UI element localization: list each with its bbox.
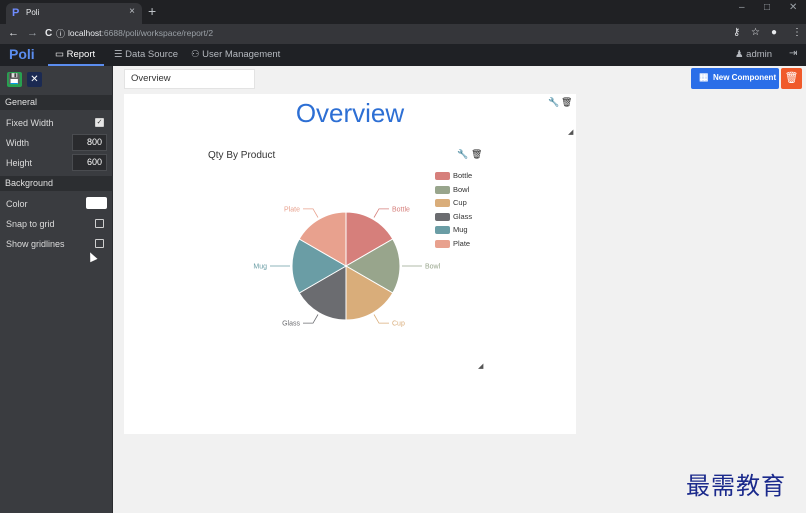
report-icon: ▭ (55, 49, 64, 60)
users-icon: ⚇ (191, 49, 200, 60)
calendar-plus-icon: ▦ (699, 72, 709, 83)
address-bar: ← → C ⓘ localhost:6688/poli/workspace/re… (0, 24, 806, 44)
pie-label-line (373, 314, 389, 324)
pie-label-line (303, 208, 319, 218)
pie-label: Glass (282, 321, 300, 328)
height-label: Height (6, 158, 33, 168)
show-gridlines-checkbox[interactable] (95, 239, 104, 248)
url-host: localhost (68, 28, 102, 38)
more-icon[interactable]: ⋮ (792, 27, 802, 38)
pie-label: Bottle (392, 206, 410, 213)
legend-swatch (435, 199, 450, 207)
section-general: General (0, 95, 113, 110)
tab-close-icon[interactable]: × (129, 6, 135, 17)
minimize-icon[interactable]: – (739, 2, 745, 13)
legend-swatch (435, 239, 450, 248)
logout-icon[interactable]: ⇥ (789, 48, 797, 59)
new-component-label: New Component (713, 73, 777, 82)
legend-label: Bowl (453, 184, 470, 194)
account-icon[interactable]: ● (771, 27, 777, 38)
color-label: Color (6, 199, 28, 209)
menu-report-label: Report (66, 49, 96, 60)
snap-to-grid-label: Snap to grid (6, 219, 55, 229)
pie-chart: Bottle Bowl Cup Glass Mug Plate (253, 206, 441, 328)
legend-swatch (435, 172, 450, 180)
url-field[interactable]: localhost:6688/poli/workspace/report/2 (68, 28, 213, 38)
pie-label: Bowl (425, 264, 441, 271)
fixed-width-checkbox[interactable]: ✓ (95, 118, 104, 127)
pie-label: Plate (284, 206, 300, 213)
data-source-icon: ☰ (114, 49, 123, 60)
back-icon[interactable]: ← (8, 27, 19, 39)
key-icon[interactable]: ⚷ (733, 27, 740, 38)
pie-label-line (303, 314, 319, 324)
admin-label: admin (746, 49, 773, 60)
menu-data-source[interactable]: ☰ Data Source (114, 49, 178, 60)
browser-tabbar: P Poli × + – □ ✕ (0, 0, 806, 24)
menu-user-management[interactable]: ⚇ User Management (191, 49, 280, 60)
legend-label: Glass (453, 211, 473, 221)
star-icon[interactable]: ☆ (751, 27, 760, 38)
mouse-cursor-icon (86, 250, 98, 263)
legend-swatch (435, 185, 450, 194)
width-label: Width (6, 138, 30, 148)
snap-to-grid-checkbox[interactable] (95, 219, 104, 228)
poli-logo[interactable]: Poli (9, 46, 35, 62)
watermark-text: 最需教育 (686, 472, 786, 500)
legend-swatch (435, 212, 450, 221)
report-canvas: Overview 🔧 🗑 ◢ Qty By Product 🔧 🗑 ◢ Bott… (124, 94, 576, 434)
save-button[interactable]: 💾 (7, 72, 22, 87)
browser-tab[interactable]: P Poli × (6, 3, 142, 24)
site-info-icon[interactable]: ⓘ (56, 27, 65, 40)
forward-icon[interactable]: → (27, 27, 38, 39)
window-close-icon[interactable]: ✕ (789, 2, 797, 13)
close-button[interactable]: ✕ (27, 72, 42, 87)
legend-label: Cup (453, 198, 467, 207)
show-gridlines-label: Show gridlines (6, 239, 65, 249)
maximize-icon[interactable]: □ (764, 2, 770, 13)
pie-label-line (373, 208, 389, 218)
report-name-input[interactable]: Overview (124, 69, 255, 89)
menu-report[interactable]: ▭ Report (55, 49, 95, 60)
user-icon: ♟ (735, 49, 744, 60)
url-path: :6688/poli/workspace/report/2 (101, 28, 214, 38)
tab-title: Poli (26, 8, 40, 17)
width-input[interactable]: 800 (72, 134, 107, 151)
section-background: Background (0, 176, 113, 191)
legend-label: Mug (453, 225, 468, 234)
pie-label: Cup (392, 321, 405, 328)
sidebar: 💾 ✕ General Fixed Width ✓ Width 800 Heig… (0, 66, 113, 513)
poli-favicon-icon: P (12, 7, 20, 19)
height-input[interactable]: 600 (72, 154, 107, 171)
admin-user[interactable]: ♟ admin (735, 49, 772, 60)
new-tab-icon[interactable]: + (148, 3, 156, 19)
background-color-picker[interactable] (86, 197, 107, 209)
fixed-width-label: Fixed Width (6, 118, 54, 128)
legend-label: Bottle (453, 171, 473, 180)
reload-icon[interactable]: C (45, 28, 52, 39)
legend-label: Plate (453, 238, 471, 248)
delete-report-button[interactable]: 🗑 (781, 68, 802, 89)
new-component-button[interactable]: ▦ New Component (691, 68, 779, 89)
app-header: Poli ▭ Report ☰ Data Source ⚇ User Manag… (0, 44, 806, 66)
legend-swatch (435, 226, 450, 234)
pie-label: Mug (253, 264, 267, 271)
menu-data-source-label: Data Source (125, 49, 178, 60)
menu-user-management-label: User Management (202, 49, 281, 60)
